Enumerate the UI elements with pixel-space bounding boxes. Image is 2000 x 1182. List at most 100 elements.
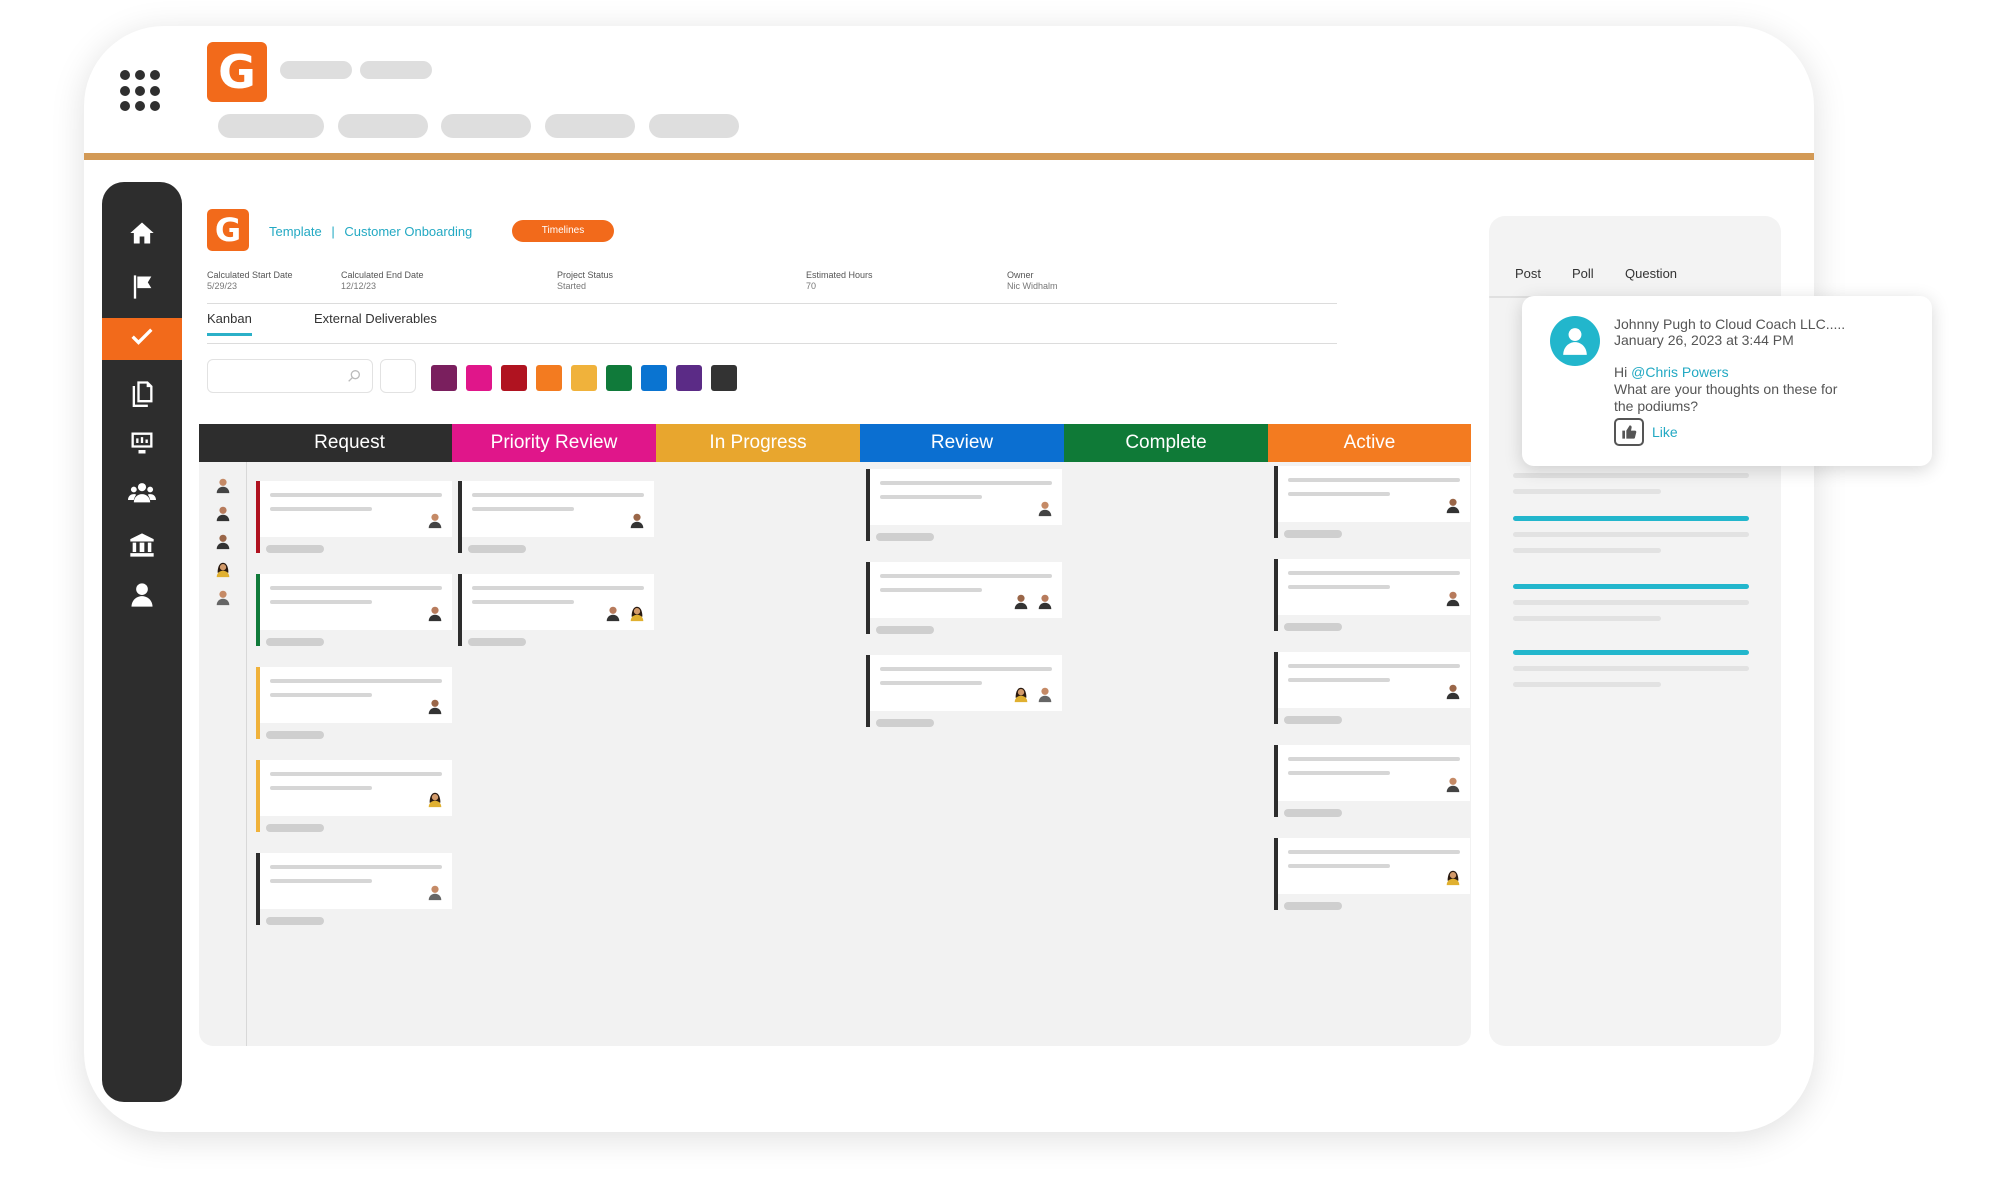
- documents-icon: [132, 381, 153, 407]
- breadcrumb-project-link[interactable]: Customer Onboarding: [344, 224, 472, 239]
- timelines-button[interactable]: Timelines: [512, 220, 614, 242]
- sidebar-item-reports[interactable]: [102, 422, 182, 464]
- sidebar-item-documents[interactable]: [102, 372, 182, 414]
- avatar: [1446, 777, 1460, 793]
- task-card[interactable]: [256, 667, 452, 739]
- task-card[interactable]: [458, 574, 654, 646]
- task-card[interactable]: [866, 562, 1062, 634]
- flag-icon: [133, 275, 152, 299]
- avatar: [1446, 591, 1460, 607]
- feed-placeholder: [1513, 473, 1749, 478]
- sidebar-item-accounts[interactable]: [102, 524, 182, 566]
- tab-post[interactable]: Post: [1515, 266, 1541, 281]
- task-card[interactable]: [256, 853, 452, 925]
- like-button[interactable]: [1614, 418, 1644, 446]
- feed-highlight: [1513, 650, 1749, 655]
- color-swatch[interactable]: [711, 365, 737, 391]
- avatar: [1446, 684, 1460, 700]
- meta-label: Calculated Start Date: [207, 270, 293, 280]
- task-card[interactable]: [1274, 559, 1470, 631]
- avatar[interactable]: [214, 532, 232, 550]
- meta-value: Nic Widhalm: [1007, 281, 1058, 291]
- placeholder-nav-pill[interactable]: [441, 114, 531, 138]
- top-bar: G: [84, 26, 1814, 160]
- sidebar-item-team[interactable]: [102, 472, 182, 514]
- meta-estimated-hours: Estimated Hours 70: [806, 270, 873, 292]
- column-header-priority-review[interactable]: Priority Review: [452, 424, 656, 462]
- feed-placeholder: [1513, 682, 1661, 687]
- meta-end-date: Calculated End Date 12/12/23: [341, 270, 424, 292]
- task-card[interactable]: [458, 481, 654, 553]
- color-swatch[interactable]: [571, 365, 597, 391]
- placeholder-nav-pill[interactable]: [218, 114, 324, 138]
- placeholder-nav-pill[interactable]: [545, 114, 635, 138]
- brand-logo[interactable]: G: [207, 42, 267, 102]
- column-header-active[interactable]: Active: [1268, 424, 1471, 462]
- search-input[interactable]: [207, 359, 373, 393]
- task-card[interactable]: [1274, 466, 1470, 538]
- filter-button[interactable]: [380, 359, 416, 393]
- breadcrumb: Template | Customer Onboarding: [269, 224, 472, 239]
- task-card[interactable]: [866, 655, 1062, 727]
- tab-poll[interactable]: Poll: [1572, 266, 1594, 281]
- tab-kanban[interactable]: Kanban: [207, 311, 252, 336]
- avatar[interactable]: [214, 560, 232, 578]
- assignee-column: [199, 424, 247, 1046]
- sidebar-item-home[interactable]: [102, 212, 182, 254]
- color-swatch[interactable]: [676, 365, 702, 391]
- breadcrumb-template-link[interactable]: Template: [269, 224, 322, 239]
- task-card[interactable]: [256, 760, 452, 832]
- sidebar: [102, 182, 182, 1102]
- feed-placeholder: [1513, 600, 1749, 605]
- task-card[interactable]: [1274, 745, 1470, 817]
- column-header-complete[interactable]: Complete: [1064, 424, 1268, 462]
- color-swatch[interactable]: [431, 365, 457, 391]
- avatar: [1038, 687, 1052, 703]
- column-header-review[interactable]: Review: [860, 424, 1064, 462]
- task-card[interactable]: [256, 481, 452, 553]
- tab-question[interactable]: Question: [1625, 266, 1677, 281]
- team-icon: [128, 483, 156, 503]
- project-logo: G: [207, 209, 249, 251]
- like-label[interactable]: Like: [1652, 424, 1678, 440]
- avatar[interactable]: [214, 476, 232, 494]
- comment-mention[interactable]: @Chris Powers: [1631, 364, 1728, 380]
- bank-icon: [130, 533, 154, 557]
- color-swatch[interactable]: [501, 365, 527, 391]
- avatar[interactable]: [214, 504, 232, 522]
- feed-highlight: [1513, 584, 1749, 589]
- sidebar-item-milestones[interactable]: [102, 266, 182, 308]
- avatar: [1446, 870, 1460, 886]
- placeholder-nav-pill[interactable]: [338, 114, 428, 138]
- task-card[interactable]: [1274, 652, 1470, 724]
- feed-placeholder: [1513, 616, 1661, 621]
- color-swatch[interactable]: [606, 365, 632, 391]
- app-launcher-icon[interactable]: [120, 70, 162, 112]
- avatar: [428, 699, 442, 715]
- color-swatch[interactable]: [641, 365, 667, 391]
- meta-value: 70: [806, 281, 817, 291]
- column-header-in-progress[interactable]: In Progress: [656, 424, 860, 462]
- sidebar-item-profile[interactable]: [102, 574, 182, 616]
- color-swatch[interactable]: [466, 365, 492, 391]
- task-card[interactable]: [1274, 838, 1470, 910]
- color-swatch[interactable]: [536, 365, 562, 391]
- comment-timestamp: January 26, 2023 at 3:44 PM: [1614, 332, 1794, 348]
- sidebar-item-tasks[interactable]: [102, 318, 182, 360]
- tab-external-deliverables[interactable]: External Deliverables: [314, 311, 437, 326]
- comment-card: Johnny Pugh to Cloud Coach LLC..... Janu…: [1522, 296, 1932, 466]
- avatar[interactable]: [214, 588, 232, 606]
- check-icon: [131, 328, 153, 345]
- avatar: [630, 513, 644, 529]
- commenter-avatar[interactable]: [1550, 316, 1600, 366]
- meta-start-date: Calculated Start Date 5/29/23: [207, 270, 293, 292]
- task-card[interactable]: [866, 469, 1062, 541]
- placeholder-nav-pill[interactable]: [649, 114, 739, 138]
- meta-label: Calculated End Date: [341, 270, 424, 280]
- avatar: [1014, 687, 1028, 703]
- column-header-request[interactable]: Request: [247, 424, 452, 462]
- avatar: [1038, 501, 1052, 517]
- thumbs-up-icon: [1622, 425, 1637, 439]
- avatar: [1038, 594, 1052, 610]
- task-card[interactable]: [256, 574, 452, 646]
